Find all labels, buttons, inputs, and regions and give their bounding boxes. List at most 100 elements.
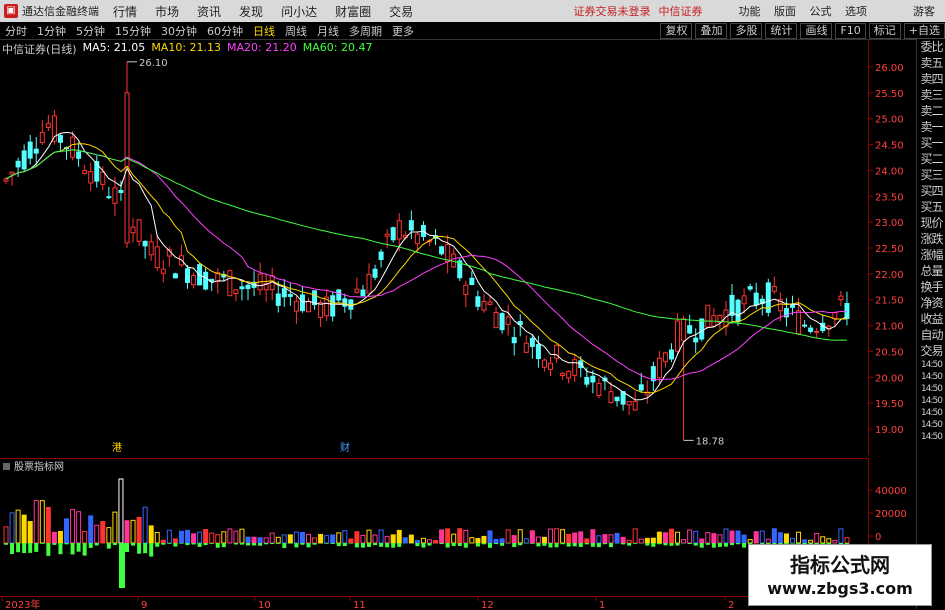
candle-body[interactable] <box>276 294 280 305</box>
period-tab-2[interactable]: 5分钟 <box>71 23 110 39</box>
candle-body[interactable] <box>585 378 589 385</box>
candle-body[interactable] <box>494 313 498 328</box>
period-tab-5[interactable]: 60分钟 <box>202 23 248 39</box>
candle-body[interactable] <box>464 285 468 294</box>
side-panel-item-19[interactable]: 交易 <box>917 343 945 359</box>
period-tab-1[interactable]: 1分钟 <box>32 23 71 39</box>
candle-body[interactable] <box>307 302 311 312</box>
candle-body[interactable] <box>700 319 704 339</box>
side-panel-item-18[interactable]: 自动 <box>917 327 945 343</box>
period-tab-6[interactable]: 日线 <box>248 23 280 39</box>
menu-item-quote[interactable]: 行情 <box>113 3 137 20</box>
candle-body[interactable] <box>676 321 680 351</box>
candle-body[interactable] <box>663 353 667 362</box>
candle-body[interactable] <box>639 385 643 390</box>
candle-body[interactable] <box>839 296 843 300</box>
candle-body[interactable] <box>391 228 395 240</box>
candle-body[interactable] <box>657 358 661 377</box>
candle-body[interactable] <box>573 360 577 376</box>
candle-body[interactable] <box>682 319 686 341</box>
candle-body[interactable] <box>137 220 141 241</box>
candle-body[interactable] <box>597 383 601 395</box>
candle-body[interactable] <box>397 221 401 239</box>
side-panel-item-14[interactable]: 总量 <box>917 263 945 279</box>
menu-item-layout[interactable]: 版面 <box>774 5 796 18</box>
side-panel-item-1[interactable]: 卖五 <box>917 55 945 71</box>
side-panel-item-16[interactable]: 净资 <box>917 295 945 311</box>
candle-body[interactable] <box>567 371 571 378</box>
candle-body[interactable] <box>440 247 444 254</box>
side-panel-item-10[interactable]: 买五 <box>917 199 945 215</box>
indicator-toggle-icon[interactable] <box>3 463 10 470</box>
candle-body[interactable] <box>16 161 20 167</box>
candle-body[interactable] <box>101 172 105 184</box>
candle-body[interactable] <box>113 188 117 203</box>
candle-body[interactable] <box>28 142 32 158</box>
candle-body[interactable] <box>10 172 14 174</box>
candle-body[interactable] <box>143 241 147 245</box>
candle-body[interactable] <box>204 272 208 289</box>
side-panel-item-2[interactable]: 卖四 <box>917 71 945 87</box>
menu-item-function[interactable]: 功能 <box>739 5 761 18</box>
period-tab-8[interactable]: 月线 <box>312 23 344 39</box>
period-tab-10[interactable]: 更多 <box>387 23 419 39</box>
candle-body[interactable] <box>58 136 62 143</box>
candle-body[interactable] <box>149 242 153 255</box>
candle-body[interactable] <box>71 137 75 157</box>
candle-body[interactable] <box>803 325 807 326</box>
candle-body[interactable] <box>633 401 637 409</box>
side-panel-item-3[interactable]: 卖三 <box>917 87 945 103</box>
candle-body[interactable] <box>530 338 534 346</box>
candle-body[interactable] <box>615 397 619 401</box>
side-panel-item-26[interactable]: 14:50 <box>917 431 945 443</box>
side-panel-item-9[interactable]: 买四 <box>917 183 945 199</box>
candle-body[interactable] <box>845 303 849 318</box>
side-panel-item-6[interactable]: 买一 <box>917 135 945 151</box>
side-panel-item-24[interactable]: 14:50 <box>917 407 945 419</box>
candle-body[interactable] <box>797 311 801 334</box>
candlestick-chart[interactable]: 26.1018.78港财 <box>0 39 868 455</box>
menu-item-formula[interactable]: 公式 <box>810 5 832 18</box>
candle-body[interactable] <box>542 360 546 367</box>
broker-label[interactable]: 中信证券 <box>659 3 703 19</box>
side-panel-item-15[interactable]: 换手 <box>917 279 945 295</box>
candle-body[interactable] <box>34 149 38 153</box>
side-panel-item-8[interactable]: 买三 <box>917 167 945 183</box>
candle-body[interactable] <box>367 274 371 293</box>
menu-item-trade[interactable]: 交易 <box>389 3 413 20</box>
candle-body[interactable] <box>300 295 304 311</box>
candle-body[interactable] <box>173 274 177 278</box>
candle-body[interactable] <box>500 313 504 329</box>
candle-body[interactable] <box>186 269 190 283</box>
candle-body[interactable] <box>809 328 813 331</box>
guest-label[interactable]: 游客 <box>913 3 935 19</box>
candle-body[interactable] <box>488 302 492 304</box>
candle-body[interactable] <box>536 345 540 359</box>
side-panel-item-22[interactable]: 14:50 <box>917 383 945 395</box>
side-panel-item-13[interactable]: 涨幅 <box>917 247 945 263</box>
event-marker-hk[interactable]: 港 <box>112 442 122 454</box>
candle-body[interactable] <box>331 296 335 316</box>
menu-item-discover[interactable]: 发现 <box>239 3 263 20</box>
side-panel-item-12[interactable]: 涨跌 <box>917 231 945 247</box>
candle-body[interactable] <box>470 278 474 284</box>
candle-body[interactable] <box>379 252 383 259</box>
candle-body[interactable] <box>706 305 710 327</box>
tool-button-3[interactable]: 统计 <box>765 23 797 39</box>
candle-body[interactable] <box>234 290 238 294</box>
candle-body[interactable] <box>476 297 480 306</box>
candle-body[interactable] <box>83 171 87 174</box>
candle-body[interactable] <box>627 402 631 405</box>
side-panel-item-25[interactable]: 14:50 <box>917 419 945 431</box>
candle-body[interactable] <box>409 221 413 230</box>
candle-body[interactable] <box>246 285 250 288</box>
candle-body[interactable] <box>561 374 565 376</box>
side-panel-item-20[interactable]: 14:50 <box>917 359 945 371</box>
candle-body[interactable] <box>833 313 837 319</box>
candle-body[interactable] <box>22 151 26 169</box>
candle-body[interactable] <box>754 293 758 305</box>
candle-body[interactable] <box>40 133 44 143</box>
candle-body[interactable] <box>670 350 674 359</box>
tool-button-5[interactable]: F10 <box>835 23 865 39</box>
candle-body[interactable] <box>192 276 196 285</box>
